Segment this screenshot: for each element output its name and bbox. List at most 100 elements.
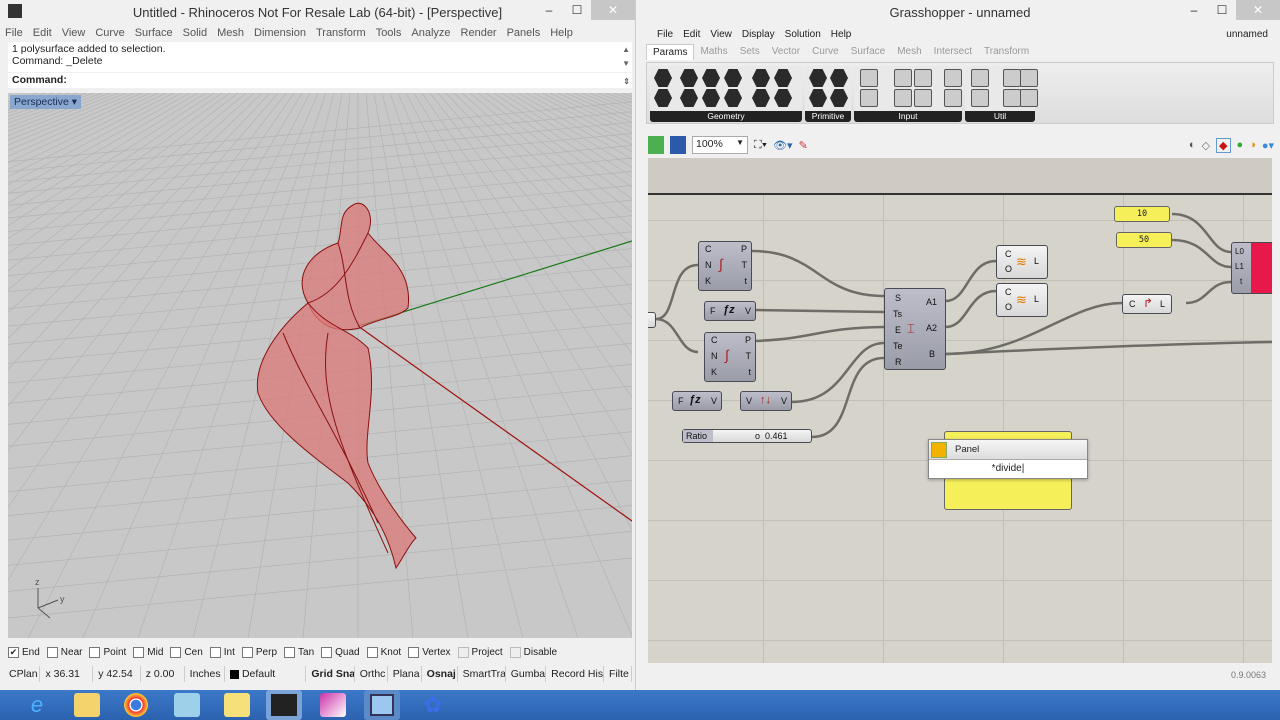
ribbon-component-icon[interactable] bbox=[894, 89, 912, 107]
osnap-vertex[interactable]: Vertex bbox=[408, 646, 451, 658]
menu-file[interactable]: File bbox=[0, 27, 28, 39]
reverse-vector-component[interactable]: V ↑↓ V bbox=[740, 391, 792, 411]
polysurface[interactable] bbox=[256, 202, 417, 570]
osnap-near[interactable]: Near bbox=[46, 646, 82, 658]
expression-component-2[interactable]: F ƒz V bbox=[672, 391, 722, 411]
preview-wire-icon[interactable]: ◐ bbox=[1189, 139, 1196, 151]
osnap-tan[interactable]: Tan bbox=[284, 646, 314, 658]
osnap-point[interactable]: Point bbox=[89, 646, 126, 658]
ribbon-component-icon[interactable] bbox=[971, 89, 989, 107]
polyline-component-2[interactable]: C O ≋ L bbox=[996, 283, 1048, 317]
video-taskbar-button[interactable] bbox=[364, 690, 400, 720]
osnap-cen[interactable]: Cen bbox=[170, 646, 203, 658]
output-l[interactable]: L bbox=[1160, 299, 1165, 309]
output-v[interactable]: V bbox=[781, 396, 787, 406]
split-component[interactable]: S Ts E Te R ⌶ A1 A2 B bbox=[884, 288, 946, 370]
input-o[interactable]: O bbox=[1005, 264, 1012, 274]
menu-edit[interactable]: Edit bbox=[28, 27, 57, 39]
output-l[interactable]: L bbox=[1034, 256, 1039, 266]
ribbon-component-icon[interactable] bbox=[1020, 89, 1038, 107]
ribbon-component-icon[interactable] bbox=[752, 69, 770, 87]
tab-vector[interactable]: Vector bbox=[766, 44, 806, 60]
input-e[interactable]: E bbox=[895, 325, 901, 335]
menu-curve[interactable]: Curve bbox=[90, 27, 129, 39]
ribbon-component-icon[interactable] bbox=[1003, 89, 1021, 107]
menu-analyze[interactable]: Analyze bbox=[406, 27, 455, 39]
sphere-menu-icon[interactable]: ●▾ bbox=[1262, 139, 1274, 152]
input-te[interactable]: Te bbox=[893, 341, 903, 351]
input-n[interactable]: N bbox=[711, 351, 718, 361]
tab-sets[interactable]: Sets bbox=[734, 44, 766, 60]
osnap-perp[interactable]: Perp bbox=[241, 646, 277, 658]
input-f[interactable]: F bbox=[710, 306, 716, 316]
ribbon-component-icon[interactable] bbox=[680, 89, 698, 107]
expression-component-1[interactable]: F ƒz V bbox=[704, 301, 756, 321]
ribbon-component-icon[interactable] bbox=[774, 89, 792, 107]
gh-menu-view[interactable]: View bbox=[705, 29, 737, 40]
input-ts[interactable]: Ts bbox=[893, 309, 902, 319]
gh-menu-file[interactable]: File bbox=[652, 29, 678, 40]
output-p[interactable]: P bbox=[745, 335, 751, 345]
output-t-param[interactable]: t bbox=[744, 276, 747, 286]
ribbon-component-icon[interactable] bbox=[809, 69, 827, 87]
input-k[interactable]: K bbox=[705, 276, 711, 286]
toggle-3[interactable]: Osnaj bbox=[422, 666, 458, 682]
preview-eye-icon[interactable]: 👁▾ bbox=[773, 139, 793, 152]
ribbon-component-icon[interactable] bbox=[1003, 69, 1021, 87]
osnap-mid[interactable]: Mid bbox=[133, 646, 163, 658]
toggle-6[interactable]: Record Hist bbox=[546, 666, 605, 682]
gh-menu-edit[interactable]: Edit bbox=[678, 29, 705, 40]
menu-tools[interactable]: Tools bbox=[371, 27, 407, 39]
maximize-button[interactable]: ☐ bbox=[1208, 0, 1236, 20]
checkbox[interactable] bbox=[89, 646, 101, 658]
ribbon-component-icon[interactable] bbox=[830, 89, 848, 107]
output-p[interactable]: P bbox=[741, 244, 747, 254]
search-input[interactable]: *divide| bbox=[929, 460, 1087, 478]
tab-mesh[interactable]: Mesh bbox=[891, 44, 927, 60]
internet-explorer-icon[interactable]: e bbox=[24, 693, 50, 717]
minimize-button[interactable]: – bbox=[1180, 0, 1208, 20]
checkbox[interactable] bbox=[284, 646, 296, 658]
gradient-component[interactable]: L0 L1 t bbox=[1231, 242, 1272, 294]
cplane-indicator[interactable]: CPlan bbox=[4, 666, 41, 682]
menu-panels[interactable]: Panels bbox=[502, 27, 546, 39]
input-k[interactable]: K bbox=[711, 367, 717, 377]
gh-menu-display[interactable]: Display bbox=[737, 29, 780, 40]
ribbon-component-icon[interactable] bbox=[1020, 69, 1038, 87]
toggle-2[interactable]: Plana bbox=[388, 666, 422, 682]
chevron-down-icon[interactable]: ▾ bbox=[72, 96, 77, 108]
input-n[interactable]: N bbox=[705, 260, 712, 270]
perspective-viewport[interactable]: z y Perspective ▾ bbox=[8, 93, 632, 638]
osnap-int[interactable]: Int bbox=[209, 646, 235, 658]
zoom-select[interactable]: 100% ▼ bbox=[692, 136, 748, 154]
input-s[interactable]: S bbox=[895, 293, 901, 303]
output-a2[interactable]: A2 bbox=[926, 323, 937, 333]
toggle-4[interactable]: SmartTra bbox=[458, 666, 506, 682]
document-preview-icon[interactable]: ● bbox=[1237, 139, 1244, 151]
checkbox[interactable] bbox=[366, 646, 378, 658]
menu-transform[interactable]: Transform bbox=[311, 27, 371, 39]
input-o[interactable]: O bbox=[1005, 302, 1012, 312]
ribbon-component-icon[interactable] bbox=[774, 69, 792, 87]
menu-mesh[interactable]: Mesh bbox=[212, 27, 249, 39]
tab-curve[interactable]: Curve bbox=[806, 44, 845, 60]
ratio-slider[interactable]: Ratio o 0.461 bbox=[682, 429, 812, 443]
scroll-down-icon[interactable]: ▼ bbox=[622, 58, 630, 70]
tab-intersect[interactable]: Intersect bbox=[928, 44, 978, 60]
input-c[interactable]: C bbox=[705, 244, 712, 254]
checkbox[interactable] bbox=[509, 646, 521, 658]
ribbon-component-icon[interactable] bbox=[680, 69, 698, 87]
ribbon-component-icon[interactable] bbox=[654, 69, 672, 87]
output-b[interactable]: B bbox=[929, 349, 935, 359]
output-t[interactable]: T bbox=[746, 351, 752, 361]
material-icon[interactable]: ◑ bbox=[1249, 139, 1256, 151]
ribbon-component-icon[interactable] bbox=[944, 69, 962, 87]
open-file-icon[interactable] bbox=[648, 136, 664, 154]
output-t[interactable]: T bbox=[742, 260, 748, 270]
tab-transform[interactable]: Transform bbox=[978, 44, 1035, 60]
output-t-param[interactable]: t bbox=[748, 367, 751, 377]
flower-app-icon[interactable]: ✿ bbox=[420, 693, 446, 717]
input-c[interactable]: C bbox=[1005, 287, 1012, 297]
app-f4-icon[interactable] bbox=[320, 693, 346, 717]
maximize-button[interactable]: ☐ bbox=[563, 0, 591, 20]
